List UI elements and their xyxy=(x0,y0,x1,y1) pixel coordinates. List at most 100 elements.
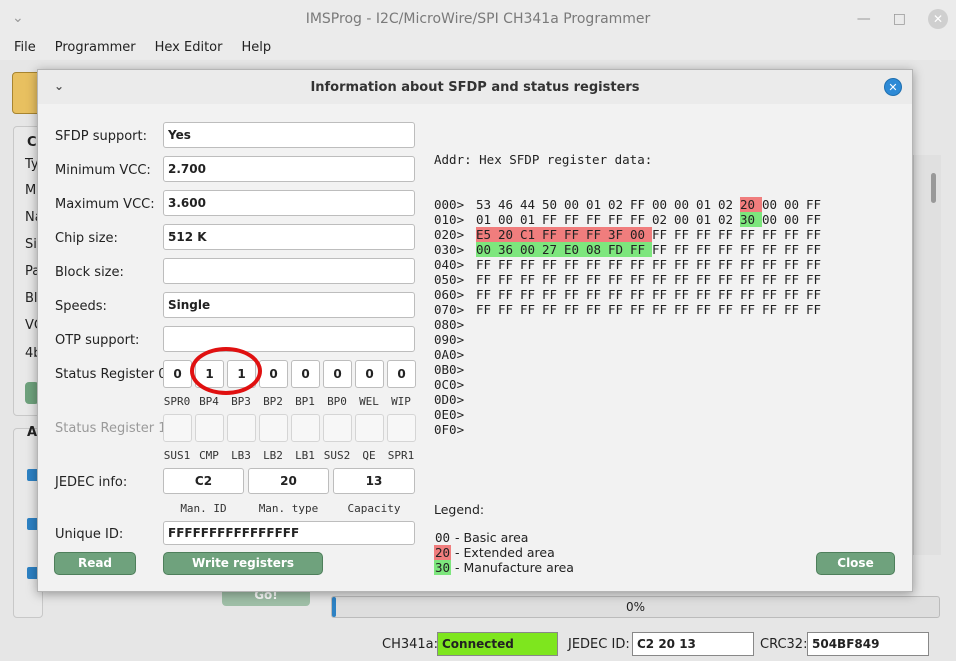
sr1-name-cmp: CMP xyxy=(199,449,219,462)
sr0-name-bp2: BP2 xyxy=(263,395,283,408)
close-window-icon[interactable]: ✕ xyxy=(928,9,948,29)
hex-byte: FF xyxy=(542,272,558,287)
hex-byte: 50 xyxy=(542,197,558,212)
read-button[interactable]: Read xyxy=(54,552,136,575)
maximize-icon[interactable]: □ xyxy=(893,11,906,27)
jedec-man-type-field[interactable]: 20 xyxy=(248,468,329,494)
sr1-bit-sus2 xyxy=(323,414,352,442)
minimize-icon[interactable]: — xyxy=(857,11,871,27)
min-vcc-field[interactable]: 2.700 xyxy=(163,156,415,182)
hex-row: 080> xyxy=(434,317,828,332)
hex-byte: FF xyxy=(762,302,778,317)
hex-byte: FF xyxy=(652,242,668,257)
write-registers-button[interactable]: Write registers xyxy=(163,552,323,575)
hex-byte: FF xyxy=(696,272,712,287)
hex-byte: FF xyxy=(762,287,778,302)
progress-fill xyxy=(332,597,336,617)
hex-byte: 01 xyxy=(476,212,492,227)
hex-byte: 01 xyxy=(696,212,712,227)
menu-file[interactable]: File xyxy=(14,38,36,60)
hex-byte: FF xyxy=(674,242,690,257)
menu-programmer[interactable]: Programmer xyxy=(55,38,136,60)
hex-byte: FF xyxy=(762,242,778,257)
hex-byte: 00 xyxy=(652,197,668,212)
hex-byte: FF xyxy=(784,257,800,272)
hex-byte: FF xyxy=(784,287,800,302)
bg-label-block: Bl xyxy=(25,291,38,306)
legend-item-extended: 20 - Extended area xyxy=(434,545,555,560)
menu-help[interactable]: Help xyxy=(241,38,271,60)
legend-basic-code: 00 xyxy=(435,530,451,545)
block-size-field[interactable] xyxy=(163,258,415,284)
hex-byte: FF xyxy=(784,272,800,287)
sr0-name-bp0: BP0 xyxy=(327,395,347,408)
hex-byte: FF xyxy=(806,287,822,302)
hex-scrollbar[interactable] xyxy=(913,155,941,555)
hex-byte: FF xyxy=(608,287,624,302)
scrollbar-thumb[interactable] xyxy=(931,173,936,203)
sr0-bit-spr0[interactable]: 0 xyxy=(163,360,192,388)
sr0-bit-bp0[interactable]: 0 xyxy=(323,360,352,388)
hex-byte: FF xyxy=(630,212,646,227)
sr0-bit-wip[interactable]: 0 xyxy=(387,360,416,388)
progress-bar: 0% xyxy=(331,596,940,618)
hex-byte: FF xyxy=(520,272,536,287)
hex-byte: FF xyxy=(542,212,558,227)
sr0-name-wip: WIP xyxy=(391,395,411,408)
hex-address: 0B0> xyxy=(434,362,465,377)
hex-byte: FF xyxy=(542,302,558,317)
hex-byte: 00 xyxy=(784,197,800,212)
hex-byte: FF xyxy=(806,242,822,257)
hex-address: 030> xyxy=(434,242,465,257)
hex-byte: 00 xyxy=(564,197,580,212)
sr1-name-sus2: SUS2 xyxy=(323,449,351,462)
hex-byte: FF xyxy=(564,287,580,302)
jedec-man-id-field[interactable]: C2 xyxy=(163,468,244,494)
hex-byte: FF xyxy=(630,242,652,257)
hex-byte: FF xyxy=(542,257,558,272)
chip-size-field[interactable]: 512 K xyxy=(163,224,415,250)
sr0-name-bp1: BP1 xyxy=(295,395,315,408)
hex-byte: 00 xyxy=(674,212,690,227)
hex-row: 090> xyxy=(434,332,828,347)
speeds-field[interactable]: Single xyxy=(163,292,415,318)
hex-byte: 01 xyxy=(520,212,536,227)
status-register-1-label: Status Register 1 xyxy=(55,421,167,436)
hex-byte: FF xyxy=(630,197,646,212)
sfdp-support-field[interactable]: Yes xyxy=(163,122,415,148)
status-register-0-label: Status Register 0 xyxy=(55,367,167,382)
jedec-capacity-field[interactable]: 13 xyxy=(333,468,415,494)
sr0-bit-bp1[interactable]: 0 xyxy=(291,360,320,388)
menu-hex-editor[interactable]: Hex Editor xyxy=(155,38,223,60)
otp-support-field[interactable] xyxy=(163,326,415,352)
unique-id-field[interactable]: FFFFFFFFFFFFFFFF xyxy=(163,521,415,545)
hex-byte: FF xyxy=(630,272,646,287)
sr0-bit-wel[interactable]: 0 xyxy=(355,360,384,388)
max-vcc-field[interactable]: 3.600 xyxy=(163,190,415,216)
max-vcc-label: Maximum VCC: xyxy=(55,197,155,212)
sr1-bit-qe xyxy=(355,414,384,442)
menu-bar: File Programmer Hex Editor Help xyxy=(0,38,956,60)
hex-byte: FF xyxy=(652,287,668,302)
sr1-bit-spr1 xyxy=(387,414,416,442)
hex-byte: 01 xyxy=(586,197,602,212)
hex-byte: FF xyxy=(718,227,734,242)
hex-byte: FF xyxy=(652,257,668,272)
sr0-bit-bp2[interactable]: 0 xyxy=(259,360,288,388)
hex-byte: 02 xyxy=(718,212,734,227)
hex-byte: FF xyxy=(718,242,734,257)
hex-byte: FF xyxy=(586,257,602,272)
hex-byte: FF xyxy=(674,227,690,242)
window-menu-chevron-icon[interactable]: ⌄ xyxy=(12,10,24,26)
hex-byte: FF xyxy=(740,302,756,317)
hex-byte: FF xyxy=(740,272,756,287)
hex-byte: FF xyxy=(674,272,690,287)
hex-byte: 36 xyxy=(498,242,520,257)
jedec-info-label: JEDEC info: xyxy=(55,475,128,490)
hex-byte: FF xyxy=(674,257,690,272)
hex-byte: FF xyxy=(806,227,822,242)
dialog-close-icon[interactable]: ✕ xyxy=(884,78,902,96)
close-button[interactable]: Close xyxy=(816,552,895,575)
dialog-title: Information about SFDP and status regist… xyxy=(310,79,640,95)
dialog-menu-chevron-icon[interactable]: ⌄ xyxy=(54,79,64,93)
